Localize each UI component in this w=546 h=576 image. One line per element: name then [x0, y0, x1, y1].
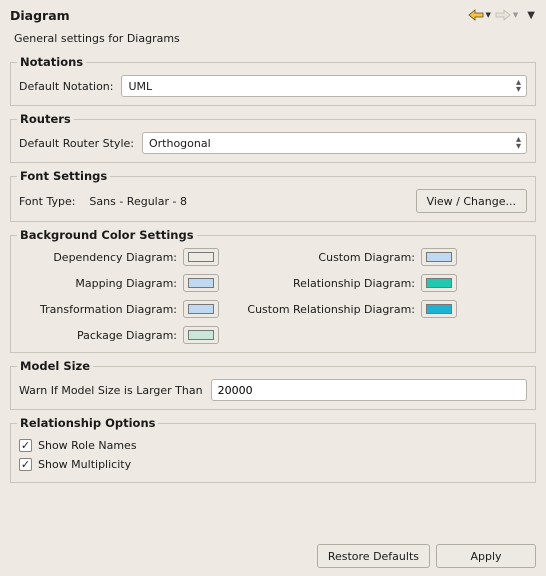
- font-type-label: Font Type:: [19, 195, 75, 208]
- mapping-diagram-color-button[interactable]: [183, 274, 219, 292]
- model-size-input[interactable]: [211, 379, 527, 401]
- font-settings-group: Font Settings Font Type: Sans - Regular …: [10, 169, 536, 222]
- arrow-left-icon: [468, 8, 484, 22]
- nav-forward-button[interactable]: ▼: [494, 6, 519, 24]
- show-role-names-label: Show Role Names: [38, 439, 137, 452]
- font-settings-legend: Font Settings: [17, 169, 110, 183]
- notations-group: Notations Default Notation: UML ▴▾: [10, 55, 536, 106]
- model-size-label: Warn If Model Size is Larger Than: [19, 384, 203, 397]
- routers-legend: Routers: [17, 112, 74, 126]
- model-size-group: Model Size Warn If Model Size is Larger …: [10, 359, 536, 410]
- show-role-names-checkbox[interactable]: ✓: [19, 439, 32, 452]
- package-diagram-color-button[interactable]: [183, 326, 219, 344]
- default-router-label: Default Router Style:: [19, 137, 134, 150]
- routers-group: Routers Default Router Style: Orthogonal…: [10, 112, 536, 163]
- arrow-right-icon: [495, 8, 511, 22]
- model-size-legend: Model Size: [17, 359, 93, 373]
- background-color-group: Background Color Settings Dependency Dia…: [10, 228, 536, 353]
- relationship-options-group: Relationship Options ✓ Show Role Names ✓…: [10, 416, 536, 483]
- custom-diagram-color-button[interactable]: [421, 248, 457, 266]
- view-menu-button[interactable]: ▼: [521, 8, 536, 23]
- font-type-value: Sans - Regular - 8: [89, 195, 187, 208]
- page-title: Diagram: [10, 8, 467, 23]
- default-notation-combo[interactable]: UML ▴▾: [121, 75, 527, 97]
- default-notation-value: UML: [128, 80, 152, 93]
- default-notation-label: Default Notation:: [19, 80, 113, 93]
- chevron-down-icon: ▼: [527, 10, 535, 21]
- apply-button[interactable]: Apply: [436, 544, 536, 568]
- background-color-legend: Background Color Settings: [17, 228, 197, 242]
- default-router-value: Orthogonal: [149, 137, 211, 150]
- dependency-diagram-label: Dependency Diagram:: [23, 251, 183, 264]
- notations-legend: Notations: [17, 55, 86, 69]
- package-diagram-label: Package Diagram:: [23, 329, 183, 342]
- custom-relationship-diagram-label: Custom Relationship Diagram:: [221, 303, 421, 316]
- mapping-diagram-label: Mapping Diagram:: [23, 277, 183, 290]
- custom-diagram-label: Custom Diagram:: [221, 251, 421, 264]
- relationship-options-legend: Relationship Options: [17, 416, 158, 430]
- font-view-change-button[interactable]: View / Change...: [416, 189, 527, 213]
- default-router-combo[interactable]: Orthogonal ▴▾: [142, 132, 527, 154]
- combo-arrows-icon: ▴▾: [516, 79, 521, 93]
- transformation-diagram-color-button[interactable]: [183, 300, 219, 318]
- chevron-down-icon: ▼: [513, 11, 518, 19]
- nav-back-button[interactable]: ▼: [467, 6, 492, 24]
- page-subtitle: General settings for Diagrams: [0, 32, 546, 49]
- chevron-down-icon: ▼: [486, 11, 491, 19]
- relationship-diagram-label: Relationship Diagram:: [221, 277, 421, 290]
- show-multiplicity-checkbox[interactable]: ✓: [19, 458, 32, 471]
- restore-defaults-button[interactable]: Restore Defaults: [317, 544, 430, 568]
- combo-arrows-icon: ▴▾: [516, 136, 521, 150]
- relationship-diagram-color-button[interactable]: [421, 274, 457, 292]
- show-multiplicity-label: Show Multiplicity: [38, 458, 131, 471]
- dependency-diagram-color-button[interactable]: [183, 248, 219, 266]
- custom-relationship-diagram-color-button[interactable]: [421, 300, 457, 318]
- transformation-diagram-label: Transformation Diagram:: [23, 303, 183, 316]
